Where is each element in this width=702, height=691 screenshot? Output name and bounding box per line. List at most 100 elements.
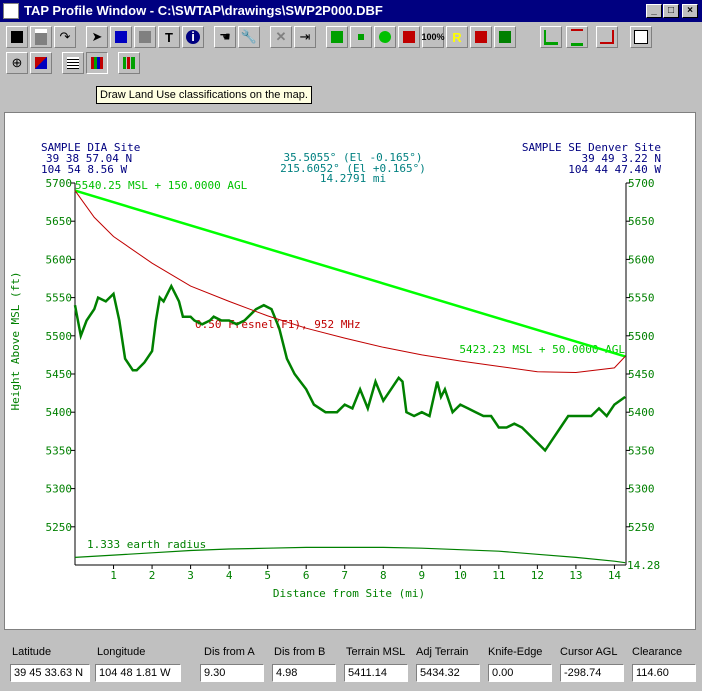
cursor-agl-field[interactable]: -298.74 bbox=[560, 664, 624, 682]
select-tool-button[interactable]: ➤ bbox=[86, 26, 108, 48]
green-tool-3-button[interactable] bbox=[374, 26, 396, 48]
crosshair-icon: ⊕ bbox=[11, 55, 23, 70]
dis-from-b-label: Dis from B bbox=[274, 646, 326, 658]
profile-red-icon bbox=[571, 28, 583, 46]
settings-tool-button[interactable]: 🔧 bbox=[238, 26, 260, 48]
knife-edge-field[interactable]: 0.00 bbox=[488, 664, 552, 682]
grid-icon bbox=[67, 57, 79, 69]
print-button[interactable] bbox=[30, 26, 52, 48]
x-tick-label: 7 bbox=[341, 569, 348, 582]
x-tick-label: 11 bbox=[492, 569, 505, 582]
y-tick-label-right: 5450 bbox=[628, 368, 655, 381]
terrain-msl-field[interactable]: 5411.14 bbox=[344, 664, 408, 682]
x-tick-label: 9 bbox=[418, 569, 425, 582]
close-button[interactable]: × bbox=[682, 4, 698, 18]
green-grid-icon bbox=[499, 31, 511, 43]
x-tick-label: 12 bbox=[531, 569, 544, 582]
red-tool-button[interactable] bbox=[398, 26, 420, 48]
adj-terrain-label: Adj Terrain bbox=[416, 646, 469, 658]
title-bar: TAP Profile Window - C:\SWTAP\drawings\S… bbox=[0, 0, 702, 22]
land-use-grid-icon bbox=[91, 57, 103, 69]
hand-icon: ☚ bbox=[219, 29, 231, 44]
latitude-label: Latitude bbox=[12, 646, 52, 658]
y-tick-label-right: 5550 bbox=[628, 292, 655, 305]
dis-from-a-label: Dis from A bbox=[204, 646, 255, 658]
profile-chart[interactable]: 14 13 12 11 10 9 8 7 6 5 4 3 2 1 5250 5250 5300 5300 5350 5… bbox=[5, 113, 695, 629]
adj-terrain-field[interactable]: 5434.32 bbox=[416, 664, 480, 682]
building-tool-button[interactable] bbox=[134, 26, 156, 48]
red-arrow-button[interactable] bbox=[470, 26, 492, 48]
antenna-tool-button[interactable] bbox=[110, 26, 132, 48]
longitude-field[interactable]: 104 48 1.81 W bbox=[95, 664, 181, 682]
y-tick-label-right: 5400 bbox=[628, 406, 655, 419]
x-tick-label: 1 bbox=[110, 569, 117, 582]
profile-plot-panel[interactable]: 14 13 12 11 10 9 8 7 6 5 4 3 2 1 5250 5250 5300 5300 5350 5… bbox=[4, 112, 696, 630]
fresnel-icon bbox=[600, 30, 614, 44]
x-tick-label: 8 bbox=[380, 569, 387, 582]
info-tool-button[interactable]: i bbox=[182, 26, 204, 48]
x-axis-label: Distance from Site (mi) bbox=[273, 587, 425, 600]
y-tick-label-right: 5650 bbox=[628, 215, 655, 228]
x-icon: ✕ bbox=[275, 29, 287, 44]
x-tick-label: 5 bbox=[264, 569, 271, 582]
save-button[interactable] bbox=[6, 26, 28, 48]
door-icon: ⇥ bbox=[299, 29, 311, 44]
app-icon[interactable] bbox=[3, 3, 19, 19]
y-tick-label-right: 5600 bbox=[628, 253, 655, 266]
y-tick-label-left: 5250 bbox=[46, 521, 73, 534]
window-title: TAP Profile Window - C:\SWTAP\drawings\S… bbox=[24, 3, 383, 18]
clearance-label: Clearance bbox=[632, 646, 683, 658]
y-tick-label-right: 5250 bbox=[628, 521, 655, 534]
earth-radius-label: 1.333 earth radius bbox=[87, 538, 206, 551]
y-tick-label-right: 5300 bbox=[628, 483, 655, 496]
color-button[interactable] bbox=[30, 52, 52, 74]
green-tool-1-button[interactable] bbox=[326, 26, 348, 48]
y-tick-label-left: 5350 bbox=[46, 444, 73, 457]
x-tick-label: 2 bbox=[149, 569, 156, 582]
arrow-curve-icon: ↷ bbox=[59, 29, 71, 44]
x-tick-label: 14 bbox=[608, 569, 622, 582]
dis-from-a-field[interactable]: 9.30 bbox=[200, 664, 264, 682]
grid-button[interactable] bbox=[62, 52, 84, 74]
printer-icon bbox=[35, 29, 47, 45]
line-of-sight-line bbox=[74, 189, 626, 358]
profile-red-button[interactable] bbox=[566, 26, 588, 48]
green-grid-button[interactable] bbox=[494, 26, 516, 48]
antenna-a-label: 5540.25 MSL + 150.0000 AGL bbox=[75, 179, 248, 192]
y-tick-label-left: 5450 bbox=[46, 368, 73, 381]
y-tick-label-left: 5700 bbox=[46, 177, 73, 190]
delete-button[interactable]: ✕ bbox=[270, 26, 292, 48]
pin-icon bbox=[379, 31, 391, 43]
fresnel-button[interactable] bbox=[596, 26, 618, 48]
r-tool-button[interactable]: R bbox=[446, 26, 468, 48]
clearance-field[interactable]: 114.60 bbox=[632, 664, 696, 682]
y-axis-label: Height Above MSL (ft) bbox=[9, 271, 22, 410]
text-icon: T bbox=[165, 29, 173, 45]
terrain-line bbox=[73, 283, 626, 453]
histogram-button[interactable] bbox=[118, 52, 140, 74]
maximize-button[interactable]: □ bbox=[663, 4, 679, 18]
path-distance: 14.2791 mi bbox=[320, 172, 386, 185]
x-tick-label: 4 bbox=[226, 569, 233, 582]
profile-green-icon bbox=[544, 29, 558, 45]
text-tool-button[interactable]: T bbox=[158, 26, 180, 48]
x-tick-label: 13 bbox=[569, 569, 582, 582]
crosshair-button[interactable]: ⊕ bbox=[6, 52, 28, 74]
profile-green-button[interactable] bbox=[540, 26, 562, 48]
y-tick-label-left: 5550 bbox=[46, 292, 73, 305]
x-tick-label: 6 bbox=[303, 569, 310, 582]
zoom-100-button[interactable]: 100% bbox=[421, 26, 445, 48]
green-square-icon bbox=[331, 31, 343, 43]
right-bottom-label: 14.28 bbox=[627, 559, 660, 572]
latitude-field[interactable]: 39 45 33.63 N bbox=[10, 664, 90, 682]
copy-button[interactable] bbox=[630, 26, 652, 48]
terrain-msl-label: Terrain MSL bbox=[346, 646, 406, 658]
redo-button[interactable]: ↷ bbox=[54, 26, 76, 48]
minimize-button[interactable]: _ bbox=[646, 4, 662, 18]
land-use-button[interactable] bbox=[86, 52, 108, 74]
exit-button[interactable]: ⇥ bbox=[294, 26, 316, 48]
green-tool-2-button[interactable] bbox=[350, 26, 372, 48]
color-squares-icon bbox=[35, 57, 47, 69]
zoom-tool-button[interactable]: ☚ bbox=[214, 26, 236, 48]
dis-from-b-field[interactable]: 4.98 bbox=[272, 664, 336, 682]
